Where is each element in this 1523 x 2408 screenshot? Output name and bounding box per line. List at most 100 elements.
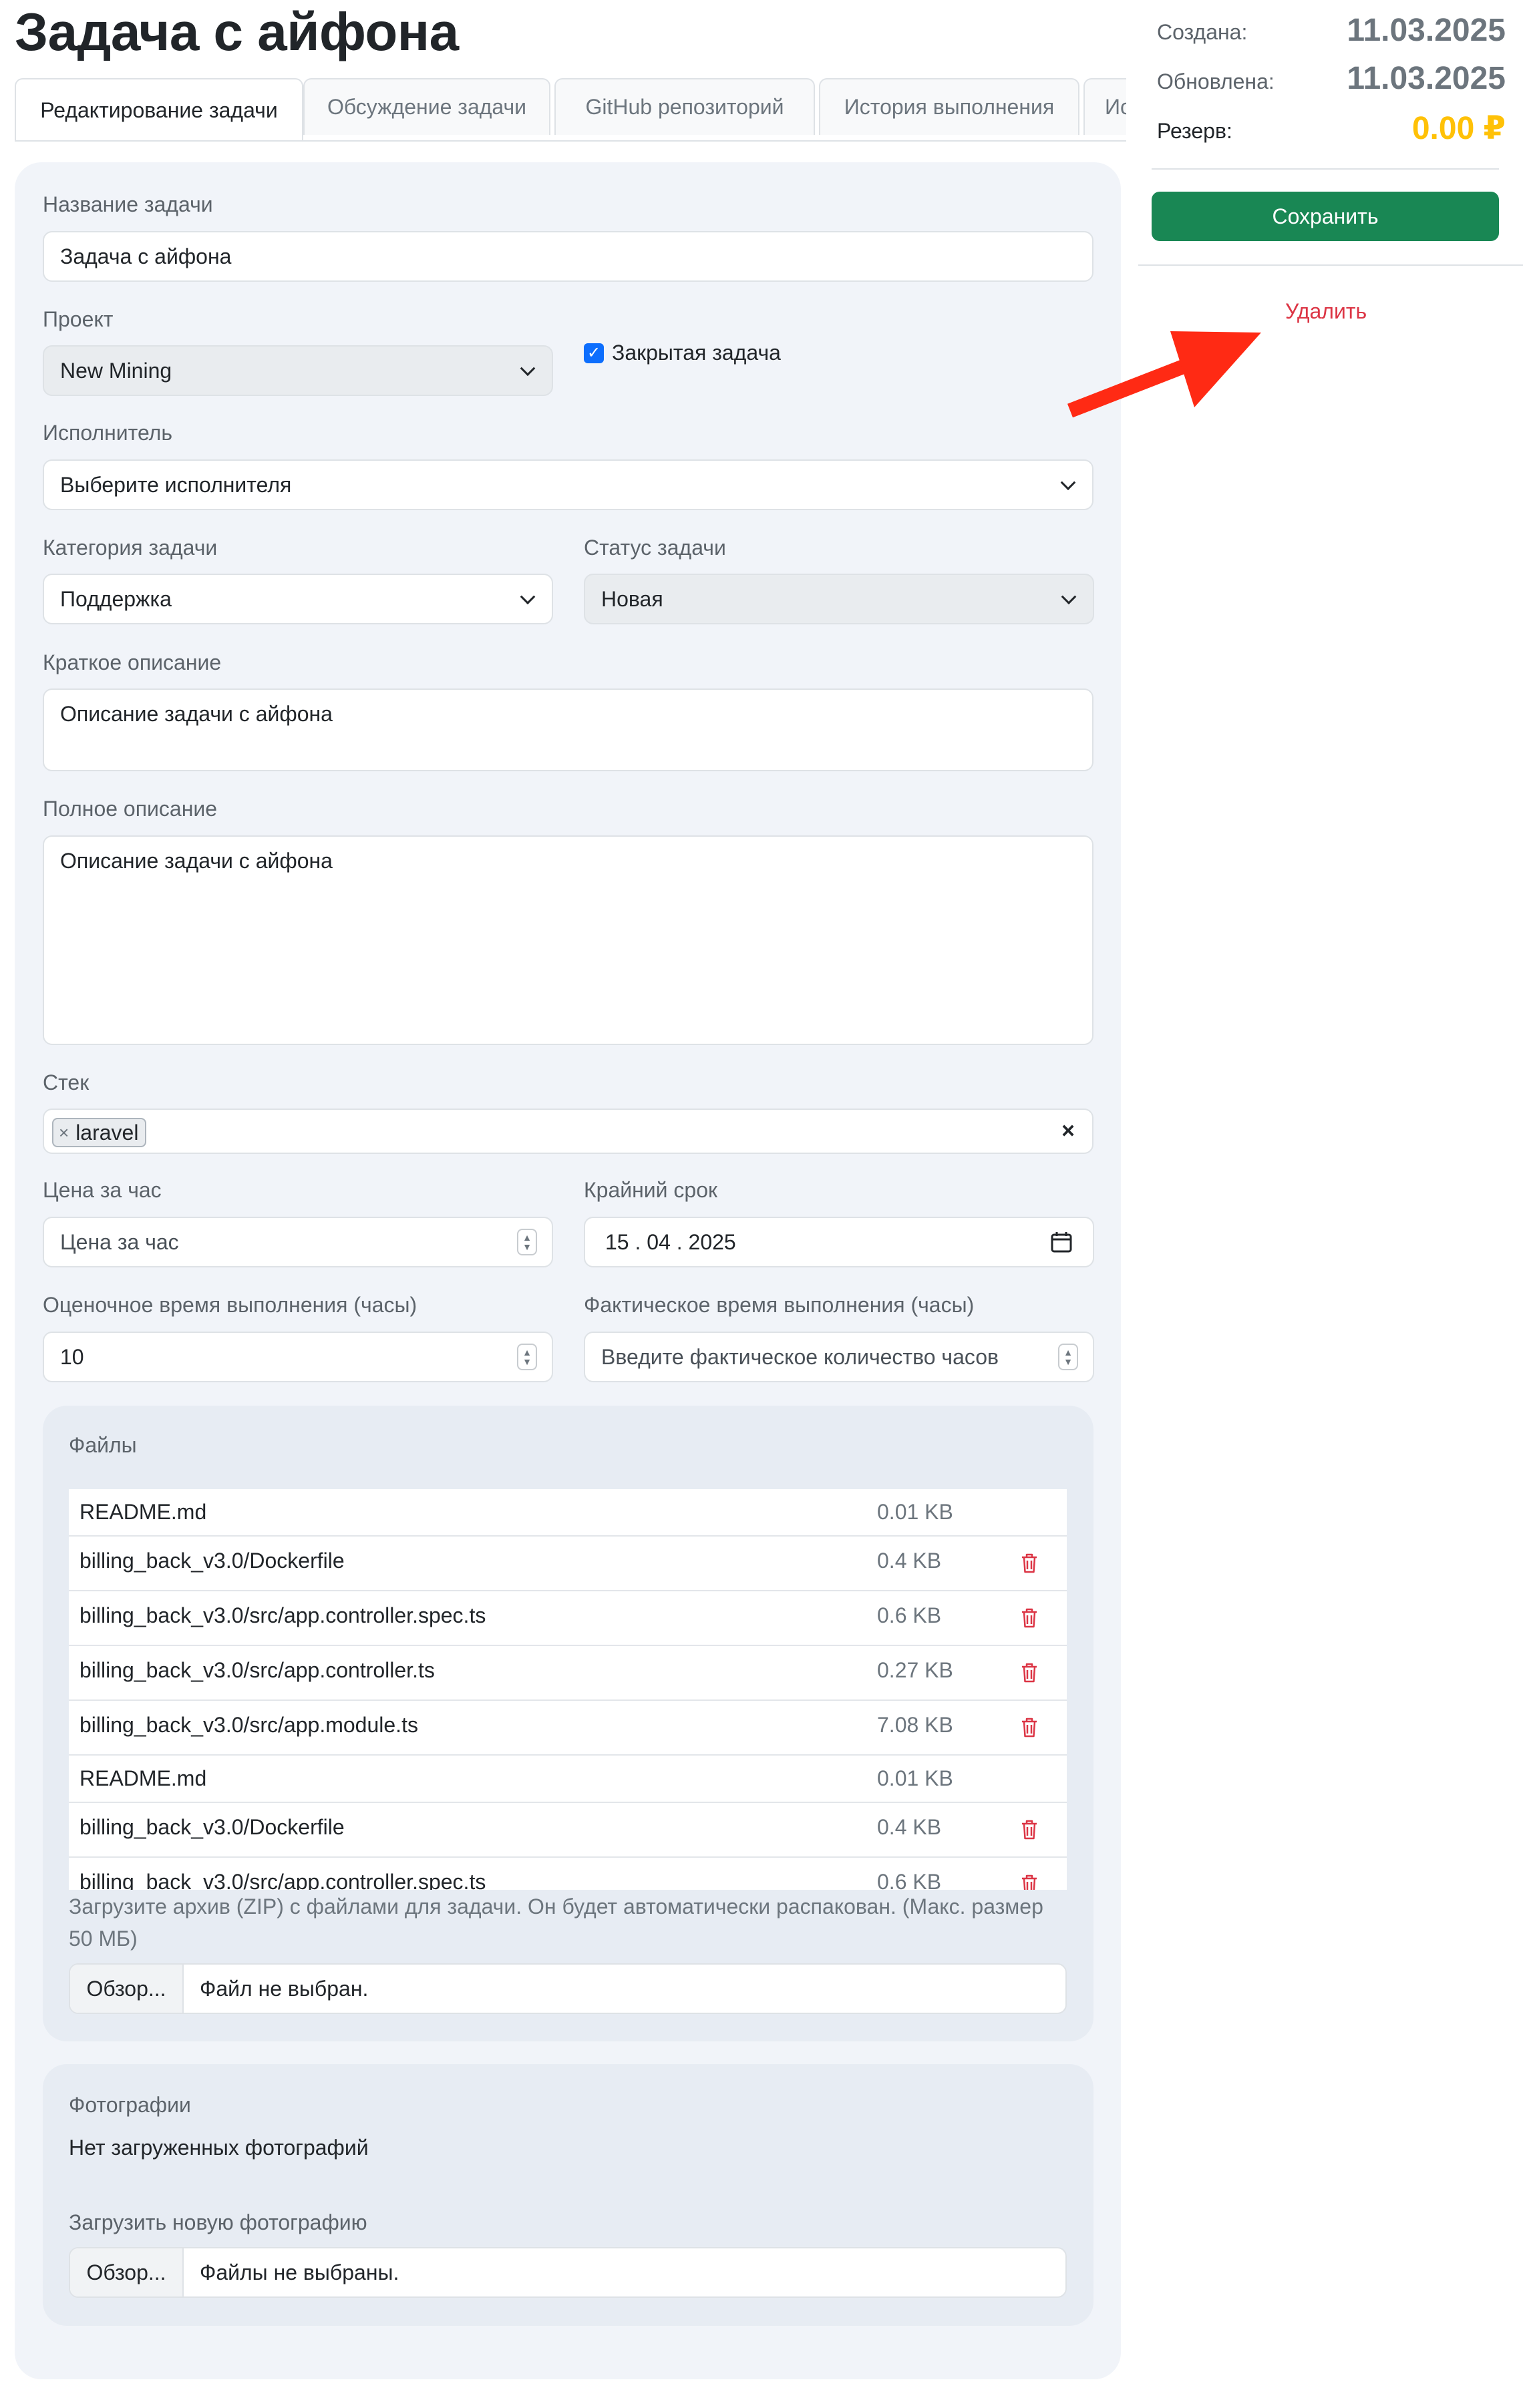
trash-icon[interactable] [1020,1717,1039,1738]
status-label: Статус задачи [584,536,726,560]
trash-icon[interactable] [1020,1607,1039,1629]
file-name: README.md [79,1500,207,1524]
file-size: 0.6 KB [877,1870,942,1890]
zip-browse-button[interactable]: Обзор... [70,1965,184,2013]
tab-task-discussion[interactable]: Обсуждение задачи [303,78,550,135]
assignee-select-value: Выберите исполнителя [60,472,292,497]
closed-task-checkbox[interactable]: ✓ [584,343,604,363]
clear-icon[interactable]: × [1061,1119,1075,1145]
reserve-value: 0.00 ₽ [1411,111,1506,146]
file-name: billing_back_v3.0/src/app.controller.spe… [79,1603,486,1627]
zip-upload-help: Загрузите архив (ZIP) с файлами для зада… [69,1890,1084,1955]
hourly-rate-placeholder: Цена за час [60,1229,179,1254]
delete-link[interactable]: Удалить [1285,299,1367,324]
photo-file-input[interactable]: Обзор... Файлы не выбраны. [69,2247,1067,2298]
chevron-down-icon [520,589,536,605]
tag-remove-icon[interactable]: × [59,1123,69,1143]
tab-execution-history[interactable]: История выполнения [819,78,1079,135]
file-name: billing_back_v3.0/src/app.module.ts [79,1713,418,1737]
category-label: Категория задачи [43,536,218,560]
photos-title: Фотографии [69,2093,191,2117]
arrow-annotation-icon [1067,331,1261,418]
file-row: billing_back_v3.0/Dockerfile 0.4 KB [69,1803,1067,1858]
hourly-rate-input[interactable]: Цена за час ▲ ▼ [43,1217,553,1267]
trash-icon[interactable] [1020,1662,1039,1683]
status-select-value: Новая [601,586,663,611]
stack-tag-label: laravel [75,1120,139,1145]
full-description-textarea[interactable]: Описание задачи с айфона [43,835,1093,1045]
actual-hours-input[interactable]: Введите фактическое количество часов ▲ ▼ [584,1332,1094,1382]
sidebar-divider [1152,168,1499,170]
estimate-hours-input[interactable]: 10 ▲ ▼ [43,1332,553,1382]
created-label: Создана: [1157,20,1248,44]
short-description-label: Краткое описание [43,650,222,674]
photo-browse-button[interactable]: Обзор... [70,2248,184,2296]
file-size: 0.01 KB [877,1766,953,1790]
tab-edit-task[interactable]: Редактирование задачи [15,78,303,140]
number-spinner-icon[interactable]: ▲ ▼ [517,1344,537,1370]
file-size: 0.4 KB [877,1549,942,1573]
file-row: billing_back_v3.0/src/app.controller.spe… [69,1858,1067,1890]
tab-github-repo[interactable]: GitHub репозиторий [554,78,815,135]
deadline-label: Крайний срок [584,1178,718,1202]
task-name-input[interactable]: Задача с айфона [43,231,1093,282]
zip-no-file-text: Файл не выбран. [200,1976,369,2001]
updated-date: 11.03.2025 [1347,61,1506,96]
project-label: Проект [43,307,114,331]
zip-upload-help-line1: Загрузите архив (ZIP) с файлами для зада… [69,1894,1043,1919]
file-row: README.md 0.01 KB [69,1756,1067,1803]
file-row: billing_back_v3.0/Dockerfile 0.4 KB [69,1537,1067,1591]
save-button[interactable]: Сохранить [1152,192,1499,241]
assignee-select[interactable]: Выберите исполнителя [43,459,1093,510]
estimate-hours-value: 10 [60,1344,84,1369]
trash-icon[interactable] [1020,1553,1039,1574]
short-description-textarea[interactable]: Описание задачи с айфона [43,688,1093,771]
stack-multiselect[interactable]: × laravel × [43,1109,1093,1154]
closed-task-label: Закрытая задача [612,341,781,365]
chevron-down-icon [520,361,536,377]
trash-icon[interactable] [1020,1874,1039,1890]
file-size: 0.4 KB [877,1815,942,1839]
chevron-down-icon [1061,589,1077,605]
deadline-date-input[interactable]: 15 . 04 . 2025 [584,1217,1094,1267]
tab-bar: Редактирование задачи Обсуждение задачи … [15,78,1126,142]
upload-photo-label: Загрузить новую фотографию [69,2210,367,2234]
photo-no-files-text: Файлы не выбраны. [200,2260,399,2284]
chevron-down-icon [1060,475,1076,491]
category-select-value: Поддержка [60,586,172,611]
file-size: 7.08 KB [877,1713,953,1737]
file-name: billing_back_v3.0/Dockerfile [79,1549,345,1573]
zip-upload-help-line2: 50 МБ) [69,1927,138,1951]
calendar-icon[interactable] [1050,1231,1073,1253]
stack-tag: × laravel [52,1118,147,1147]
number-spinner-icon[interactable]: ▲ ▼ [1058,1344,1078,1370]
file-row: billing_back_v3.0/src/app.controller.ts … [69,1646,1067,1701]
no-photos-text: Нет загруженных фотографий [69,2136,369,2160]
file-name: billing_back_v3.0/Dockerfile [79,1815,345,1839]
file-name: billing_back_v3.0/src/app.controller.ts [79,1658,435,1682]
status-select[interactable]: Новая [584,574,1094,624]
number-spinner-icon[interactable]: ▲ ▼ [517,1229,537,1255]
file-row: billing_back_v3.0/src/app.controller.spe… [69,1591,1067,1646]
assignee-label: Исполнитель [43,421,173,445]
closed-task-checkbox-group[interactable]: ✓ Закрытая задача [584,341,781,365]
estimate-label: Оценочное время выполнения (часы) [43,1293,417,1317]
file-name: README.md [79,1766,207,1790]
files-title: Файлы [69,1433,137,1457]
zip-file-input[interactable]: Обзор... Файл не выбран. [69,1963,1067,2014]
file-size: 0.01 KB [877,1500,953,1524]
created-date: 11.03.2025 [1347,13,1506,48]
file-row: billing_back_v3.0/src/app.module.ts 7.08… [69,1701,1067,1756]
sidebar-divider [1138,264,1523,266]
files-list[interactable]: README.md 0.01 KB billing_back_v3.0/Dock… [69,1489,1067,1890]
project-select-value: New Mining [60,358,172,383]
stack-label: Стек [43,1070,90,1094]
full-description-label: Полное описание [43,797,218,821]
tab-more[interactable]: Ист [1083,78,1126,135]
page-title: Задача с айфона [15,2,459,61]
deadline-value: 15 . 04 . 2025 [605,1229,736,1254]
actual-hours-label: Фактическое время выполнения (часы) [584,1293,975,1317]
category-select[interactable]: Поддержка [43,574,553,624]
project-select[interactable]: New Mining [43,345,553,396]
trash-icon[interactable] [1020,1819,1039,1840]
